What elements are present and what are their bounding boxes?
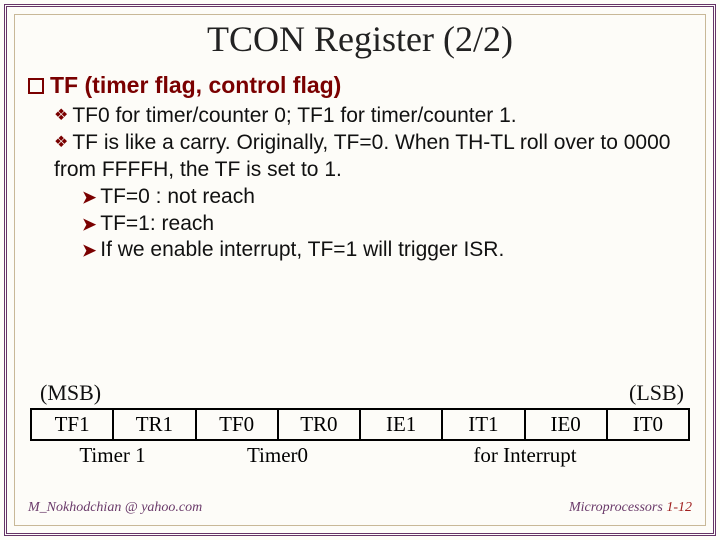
bullet-item-tf-carry: ❖TF is like a carry. Originally, TF=0. W…: [54, 130, 694, 184]
bullet-item-tf0: ❖TF0 for timer/counter 0; TF1 for timer/…: [54, 103, 694, 130]
bit-tf0: TF0: [195, 408, 277, 441]
text-tf0: TF0 for timer/counter 0; TF1 for timer/c…: [72, 104, 516, 127]
text-sub1: TF=0 : not reach: [100, 185, 255, 208]
msb-lsb-row: (MSB) (LSB): [30, 380, 690, 408]
heading-tf-rest: (timer flag, control flag): [85, 72, 342, 98]
footer-author: M_Nokhodchian @ yahoo.com: [28, 500, 202, 516]
bit-tr0: TR0: [277, 408, 359, 441]
sub-item-tf0: ➤TF=0 : not reach: [82, 184, 698, 211]
diamond-bullet-icon: ❖: [54, 133, 68, 153]
arrow-bullet-icon: ➤: [82, 214, 96, 236]
slide-footer: M_Nokhodchian @ yahoo.com Microprocessor…: [28, 500, 692, 516]
bit-ie0: IE0: [524, 408, 606, 441]
register-group-labels: Timer 1 Timer0 for Interrupt: [30, 443, 690, 468]
bit-it0: IT0: [606, 408, 690, 441]
footer-page-number: 1-12: [666, 500, 692, 515]
lsb-label: (LSB): [629, 380, 684, 406]
arrow-bullet-icon: ➤: [82, 240, 96, 262]
footer-course: Microprocessors: [569, 500, 663, 515]
bit-ie1: IE1: [359, 408, 441, 441]
square-bullet-icon: [28, 78, 44, 94]
text-tf-carry: TF is like a carry. Originally, TF=0. Wh…: [54, 131, 670, 181]
group-interrupt: for Interrupt: [360, 443, 690, 468]
sub-item-tf1: ➤TF=1: reach: [82, 211, 698, 238]
slide-content: TCON Register (2/2) TF (timer flag, cont…: [22, 18, 698, 520]
text-sub2: TF=1: reach: [100, 212, 214, 235]
footer-right: Microprocessors 1-12: [569, 500, 692, 516]
group-timer0: Timer0: [195, 443, 360, 468]
msb-label: (MSB): [40, 380, 101, 406]
bit-tr1: TR1: [112, 408, 194, 441]
text-sub3: If we enable interrupt, TF=1 will trigge…: [100, 238, 504, 261]
heading-tf-bold: TF: [50, 72, 78, 98]
group-timer1: Timer 1: [30, 443, 195, 468]
sub-item-isr: ➤If we enable interrupt, TF=1 will trigg…: [82, 237, 698, 264]
bit-it1: IT1: [441, 408, 523, 441]
register-diagram: (MSB) (LSB) TF1 TR1 TF0 TR0 IE1 IT1 IE0 …: [30, 380, 690, 468]
diamond-bullet-icon: ❖: [54, 106, 68, 126]
section-heading-tf: TF (timer flag, control flag): [28, 72, 698, 99]
arrow-bullet-icon: ➤: [82, 187, 96, 209]
bit-tf1: TF1: [30, 408, 112, 441]
slide-title: TCON Register (2/2): [22, 18, 698, 60]
register-bit-row: TF1 TR1 TF0 TR0 IE1 IT1 IE0 IT0: [30, 408, 690, 441]
